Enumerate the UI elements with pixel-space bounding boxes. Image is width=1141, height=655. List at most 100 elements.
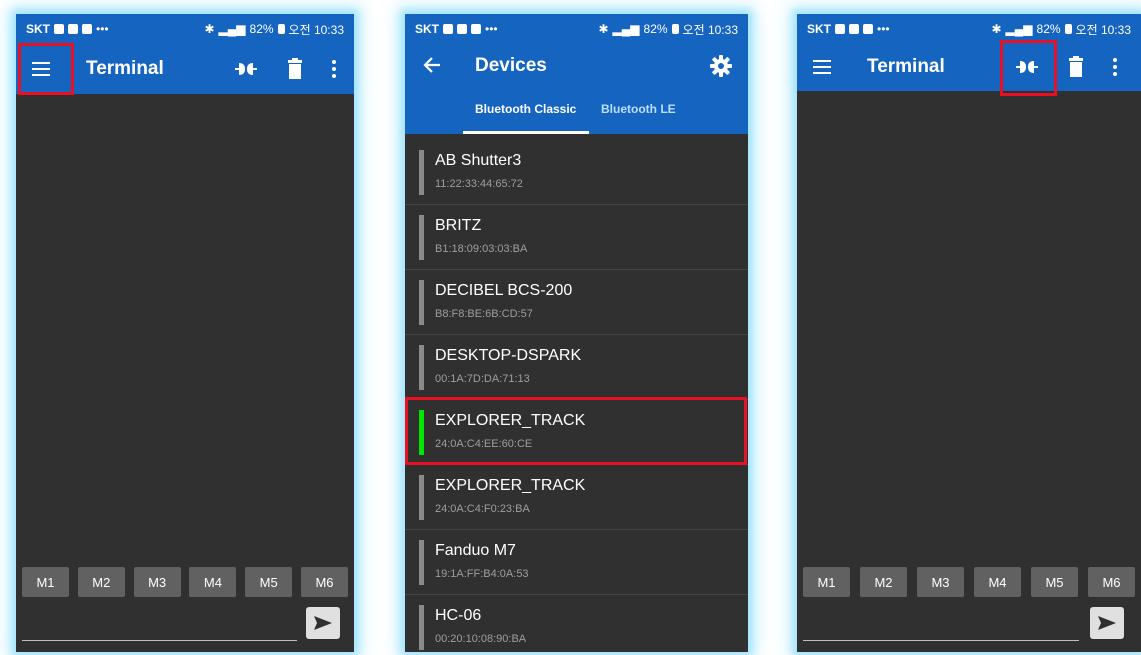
clock: 오전 10:33: [288, 22, 344, 37]
trash-icon[interactable]: [1068, 56, 1084, 78]
device-address: 11:22:33:44:65:72: [435, 178, 523, 190]
device-item[interactable]: DESKTOP-DSPARK 00:1A:7D:DA:71:13: [405, 335, 748, 400]
status-bar-indicator: [419, 540, 424, 585]
notification-icon: [82, 24, 92, 34]
status-bar: SKT ••• ✱ ▂▄▆ 82% 오전 10:33: [16, 14, 354, 44]
clock: 오전 10:33: [1075, 22, 1131, 37]
macro-button-m4[interactable]: M4: [189, 567, 237, 597]
device-name: BRITZ: [435, 217, 482, 234]
status-bar-indicator: [419, 345, 424, 390]
device-name: EXPLORER_TRACK: [435, 477, 586, 494]
notification-icon: [443, 24, 453, 34]
signal-icon: ▂▄▆: [218, 22, 246, 36]
device-item[interactable]: Fanduo M7 19:1A:FF:B4:0A:53: [405, 530, 748, 595]
macro-button-m3[interactable]: M3: [917, 567, 964, 597]
app-bar: Terminal: [797, 44, 1141, 91]
clock: 오전 10:33: [682, 22, 738, 37]
notification-icon: [849, 24, 859, 34]
battery-level: 82%: [249, 22, 274, 36]
trash-icon[interactable]: [287, 58, 303, 80]
macro-button-m4[interactable]: M4: [974, 567, 1021, 597]
status-bar-indicator: [419, 475, 424, 520]
highlight-box: [405, 397, 747, 465]
battery-level: 82%: [1036, 22, 1061, 36]
macro-button-m3[interactable]: M3: [133, 567, 181, 597]
notification-icon: [863, 24, 873, 34]
device-address: B1:18:09:03:03:BA: [435, 243, 528, 255]
macro-button-row: M1 M2 M3 M4 M5 M6: [16, 567, 354, 597]
connect-plug-icon[interactable]: [233, 59, 259, 79]
send-button[interactable]: [1090, 607, 1124, 639]
notification-icon: [457, 24, 467, 34]
more-notifications-icon: •••: [96, 22, 109, 36]
device-item[interactable]: BRITZ B1:18:09:03:03:BA: [405, 205, 748, 270]
device-address: 19:1A:FF:B4:0A:53: [435, 568, 529, 580]
page-title: Terminal: [867, 56, 945, 77]
page-title: Devices: [475, 55, 547, 76]
carrier-label: SKT: [26, 22, 50, 36]
more-vert-icon[interactable]: [329, 58, 339, 80]
carrier-label: SKT: [415, 22, 439, 36]
device-item[interactable]: EXPLORER_TRACK 24:0A:C4:F0:23:BA: [405, 465, 748, 530]
signal-icon: ▂▄▆: [612, 22, 640, 36]
more-vert-icon[interactable]: [1110, 56, 1120, 78]
devices-screen: SKT ••• ✱ ▂▄▆ 82% 오전 10:33 Devices Bluet…: [405, 14, 748, 652]
send-button[interactable]: [306, 607, 340, 639]
send-icon: [1098, 616, 1116, 630]
tab-indicator: [463, 131, 589, 134]
macro-button-m1[interactable]: M1: [22, 567, 69, 597]
notification-icon: [68, 24, 78, 34]
notification-icon: [54, 24, 64, 34]
signal-icon: ▂▄▆: [1005, 22, 1033, 36]
bluetooth-icon: ✱: [598, 22, 609, 36]
device-name: DECIBEL BCS-200: [435, 282, 573, 299]
message-input[interactable]: [22, 640, 297, 641]
macro-button-m1[interactable]: M1: [803, 567, 850, 597]
macro-button-m6[interactable]: M6: [300, 567, 348, 597]
device-item[interactable]: AB Shutter3 11:22:33:44:65:72: [405, 140, 748, 205]
macro-button-m2[interactable]: M2: [77, 567, 125, 597]
device-name: AB Shutter3: [435, 152, 522, 169]
status-bar: SKT ••• ✱ ▂▄▆ 82% 오전 10:33: [405, 14, 748, 44]
highlight-box: [18, 43, 74, 95]
device-name: Fanduo M7: [435, 542, 516, 559]
gear-icon[interactable]: [710, 55, 732, 77]
app-bar: Devices: [405, 44, 748, 88]
status-bar-indicator: [419, 215, 424, 260]
device-name: DESKTOP-DSPARK: [435, 347, 582, 364]
macro-button-m6[interactable]: M6: [1088, 567, 1135, 597]
macro-button-m5[interactable]: M5: [1031, 567, 1078, 597]
device-address: 00:20:10:08:90:BA: [435, 633, 527, 645]
notification-icon: [835, 24, 845, 34]
battery-icon: [1064, 24, 1072, 34]
more-notifications-icon: •••: [877, 22, 890, 36]
bluetooth-icon: ✱: [204, 22, 215, 36]
device-list: AB Shutter3 11:22:33:44:65:72 BRITZ B1:1…: [405, 140, 748, 652]
macro-button-m2[interactable]: M2: [860, 567, 907, 597]
terminal-screen-connect: SKT ••• ✱ ▂▄▆ 82% 오전 10:33 Terminal M1 M…: [797, 14, 1141, 652]
device-address: 24:0A:C4:F0:23:BA: [435, 503, 530, 515]
more-notifications-icon: •••: [485, 22, 498, 36]
page-title: Terminal: [86, 58, 164, 79]
highlight-box: [1000, 40, 1057, 96]
status-bar-indicator: [419, 150, 424, 195]
macro-button-row: M1 M2 M3 M4 M5 M6: [797, 567, 1141, 597]
tab-bar: Bluetooth Classic Bluetooth LE: [405, 88, 748, 134]
device-item[interactable]: DECIBEL BCS-200 B8:F8:BE:6B:CD:57: [405, 270, 748, 335]
device-name: HC-06: [435, 607, 482, 624]
bluetooth-icon: ✱: [991, 22, 1002, 36]
macro-button-m5[interactable]: M5: [245, 567, 293, 597]
send-icon: [314, 616, 332, 630]
back-arrow-icon[interactable]: [423, 56, 441, 74]
hamburger-menu-icon[interactable]: [807, 53, 837, 81]
tab-bluetooth-le[interactable]: Bluetooth LE: [601, 102, 676, 116]
device-address: B8:F8:BE:6B:CD:57: [435, 308, 533, 320]
carrier-label: SKT: [807, 22, 831, 36]
status-bar: SKT ••• ✱ ▂▄▆ 82% 오전 10:33: [797, 14, 1141, 44]
message-input[interactable]: [803, 640, 1079, 641]
device-address: 00:1A:7D:DA:71:13: [435, 373, 530, 385]
device-item[interactable]: HC-06 00:20:10:08:90:BA: [405, 595, 748, 652]
terminal-screen-menu: SKT ••• ✱ ▂▄▆ 82% 오전 10:33 Terminal M1 M…: [16, 14, 354, 652]
status-bar-indicator: [419, 605, 424, 650]
tab-bluetooth-classic[interactable]: Bluetooth Classic: [475, 102, 576, 116]
